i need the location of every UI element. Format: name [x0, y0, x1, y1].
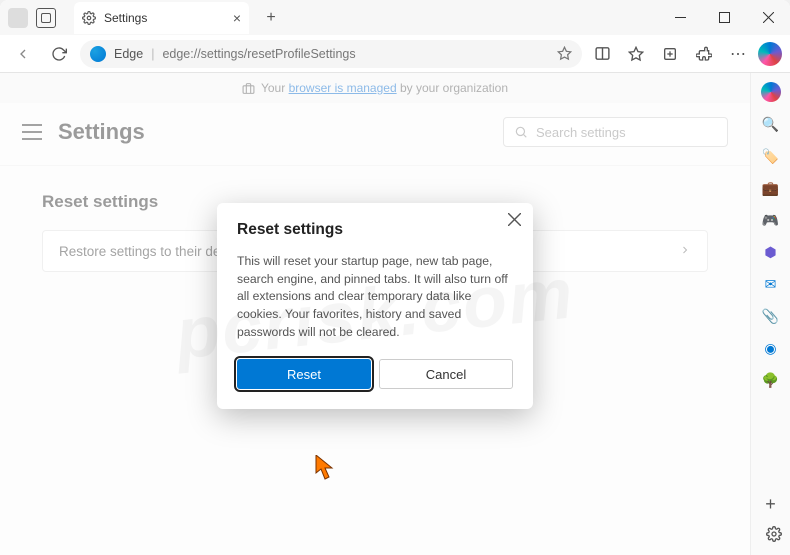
tab-close-icon[interactable]: ×: [233, 10, 241, 26]
add-sidebar-icon[interactable]: +: [760, 493, 782, 515]
tab-settings[interactable]: Settings ×: [74, 2, 249, 34]
reset-settings-dialog: Reset settings This will reset your star…: [217, 203, 533, 409]
copilot-icon[interactable]: [760, 81, 782, 103]
m365-icon[interactable]: ⬢: [760, 241, 782, 263]
back-button[interactable]: [8, 39, 38, 69]
dialog-title: Reset settings: [237, 221, 513, 239]
title-bar: Settings × +: [0, 0, 790, 35]
outlook-icon[interactable]: ✉: [760, 273, 782, 295]
address-bar[interactable]: Edge | edge://settings/resetProfileSetti…: [80, 40, 582, 68]
maximize-button[interactable]: [702, 0, 746, 35]
gear-icon: [82, 11, 96, 25]
settings-gear-icon[interactable]: [766, 526, 782, 547]
favorite-icon[interactable]: [557, 46, 572, 61]
workspace-icon[interactable]: [36, 8, 56, 28]
copilot-icon[interactable]: [758, 42, 782, 66]
toolbar: Edge | edge://settings/resetProfileSetti…: [0, 35, 790, 73]
menu-button[interactable]: ⋯: [724, 40, 752, 68]
address-url: edge://settings/resetProfileSettings: [162, 47, 355, 61]
collections-icon[interactable]: [656, 40, 684, 68]
address-scheme: Edge: [114, 47, 143, 61]
dialog-close-button[interactable]: [508, 213, 521, 230]
edge-side-icon[interactable]: ◉: [760, 337, 782, 359]
profile-icon[interactable]: [8, 8, 28, 28]
split-screen-icon[interactable]: [588, 40, 616, 68]
modal-overlay: Reset settings This will reset your star…: [0, 73, 750, 555]
sidebar: 🔍 🏷️ 💼 🎮 ⬢ ✉ 📎 ◉ 🌳 +: [750, 73, 790, 555]
extensions-icon[interactable]: [690, 40, 718, 68]
new-tab-button[interactable]: +: [259, 9, 283, 27]
minimize-button[interactable]: [658, 0, 702, 35]
close-window-button[interactable]: [746, 0, 790, 35]
drop-icon[interactable]: 📎: [760, 305, 782, 327]
tab-label: Settings: [104, 11, 147, 25]
favorites-icon[interactable]: [622, 40, 650, 68]
shopping-icon[interactable]: 🏷️: [760, 145, 782, 167]
search-sidebar-icon[interactable]: 🔍: [760, 113, 782, 135]
edge-icon: [90, 46, 106, 62]
reset-button[interactable]: Reset: [237, 359, 371, 389]
briefcase-icon[interactable]: 💼: [760, 177, 782, 199]
games-icon[interactable]: 🎮: [760, 209, 782, 231]
tree-icon[interactable]: 🌳: [760, 369, 782, 391]
dialog-body: This will reset your startup page, new t…: [237, 253, 513, 341]
refresh-button[interactable]: [44, 39, 74, 69]
cancel-button[interactable]: Cancel: [379, 359, 513, 389]
